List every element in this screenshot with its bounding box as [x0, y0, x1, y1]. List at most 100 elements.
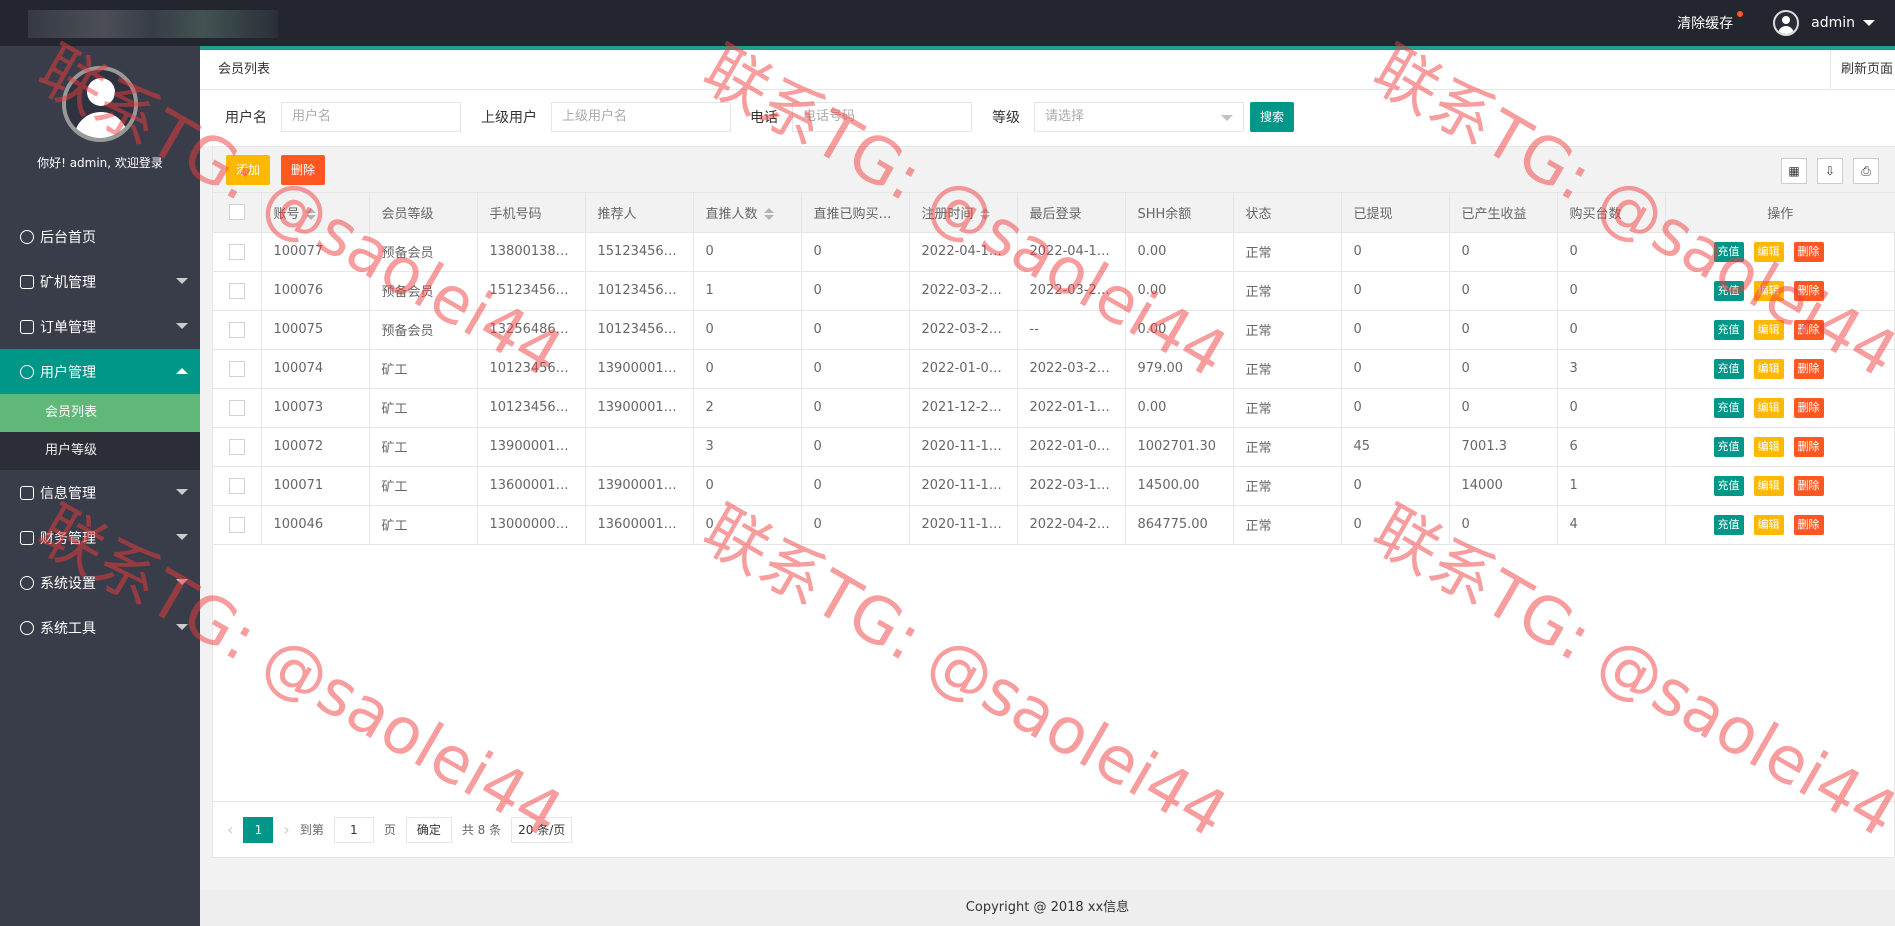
row-checkbox[interactable] — [228, 516, 245, 533]
parent-input[interactable]: 上级用户名 — [551, 102, 731, 132]
sidebar-item-tools[interactable]: 系统工具 — [0, 605, 200, 650]
col-register-time[interactable]: 注册时间 — [909, 193, 1018, 233]
col-earnings: 已产生收益 — [1449, 193, 1558, 233]
tab-member-list[interactable]: 会员列表 — [200, 50, 288, 90]
cell-bought-count: 0 — [1557, 232, 1666, 272]
goto-ok-button[interactable]: 确定 — [405, 816, 452, 843]
cell-level: 预备会员 — [369, 271, 478, 311]
edit-button[interactable]: 编辑 — [1753, 436, 1784, 457]
chevron-down-icon[interactable] — [1863, 20, 1875, 26]
recharge-button[interactable]: 充值 — [1713, 241, 1744, 262]
chevron-down-icon — [176, 323, 188, 329]
row-delete-button[interactable]: 删除 — [1793, 436, 1824, 457]
table-card: 添加 删除 ▦ ⇩ ⎙ 账号 会员等级 手机号码 推荐人 直推人数 直推已购买…… — [212, 146, 1895, 858]
next-page-icon[interactable]: › — [283, 820, 289, 839]
edit-button[interactable]: 编辑 — [1753, 514, 1784, 535]
cell-actions: 充值 编辑 删除 — [1665, 310, 1895, 350]
table-row: 100046 矿工 13000000000 13600001111 0 0 2020-11-… — [213, 505, 1895, 545]
row-delete-button[interactable]: 删除 — [1793, 241, 1824, 262]
row-checkbox[interactable] — [228, 360, 245, 377]
sidebar-item-info[interactable]: 信息管理 — [0, 470, 200, 515]
row-checkbox[interactable] — [228, 399, 245, 416]
col-account[interactable]: 账号 — [261, 193, 370, 233]
logo — [28, 10, 278, 38]
avatar — [62, 66, 138, 142]
edit-button[interactable]: 编辑 — [1753, 241, 1784, 262]
edit-button[interactable]: 编辑 — [1753, 358, 1784, 379]
row-checkbox[interactable] — [228, 477, 245, 494]
sidebar-item-settings[interactable]: 系统设置 — [0, 560, 200, 605]
sidebar-subitem-member-list[interactable]: 会员列表 — [0, 394, 200, 432]
sort-icon[interactable] — [305, 208, 316, 221]
page-size-select[interactable]: 20 条/页 — [511, 816, 573, 843]
edit-button[interactable]: 编辑 — [1753, 280, 1784, 301]
cell-status: 正常 — [1233, 505, 1342, 545]
pagination: ‹ 1 › 到第 1 页 确定 共 8 条 20 条/页 — [213, 801, 1895, 857]
recharge-button[interactable]: 充值 — [1713, 475, 1744, 496]
sidebar-item-orders[interactable]: 订单管理 — [0, 304, 200, 349]
col-direct-count[interactable]: 直推人数 — [693, 193, 802, 233]
col-balance: SHH余额 — [1125, 193, 1234, 233]
refresh-button[interactable]: 刷新页面 — [1830, 50, 1895, 90]
cell-last-login: 2022-03-25… — [1017, 349, 1126, 389]
add-button[interactable]: 添加 — [226, 155, 271, 185]
sidebar-item-home[interactable]: 后台首页 — [0, 214, 200, 259]
row-delete-button[interactable]: 删除 — [1793, 280, 1824, 301]
sidebar-item-finance[interactable]: 财务管理 — [0, 515, 200, 560]
delete-button[interactable]: 删除 — [281, 155, 326, 185]
recharge-button[interactable]: 充值 — [1713, 397, 1744, 418]
level-select[interactable]: 请选择 — [1034, 102, 1244, 132]
phone-input[interactable]: 电话号码 — [792, 102, 972, 132]
row-checkbox[interactable] — [228, 321, 245, 338]
cell-actions: 充值 编辑 删除 — [1665, 505, 1895, 545]
row-checkbox[interactable] — [228, 282, 245, 299]
columns-icon[interactable]: ▦ — [1781, 158, 1807, 184]
cell-account: 100073 — [261, 388, 370, 428]
cell-bought-count: 0 — [1557, 310, 1666, 350]
cell-status: 正常 — [1233, 349, 1342, 389]
cell-balance: 0.00 — [1125, 310, 1234, 350]
recharge-button[interactable]: 充值 — [1713, 358, 1744, 379]
sort-icon[interactable] — [763, 208, 774, 221]
cell-balance: 0.00 — [1125, 232, 1234, 272]
cell-last-login: 2022-03-12… — [1017, 466, 1126, 506]
recharge-button[interactable]: 充值 — [1713, 514, 1744, 535]
recharge-button[interactable]: 充值 — [1713, 319, 1744, 340]
username-input[interactable]: 用户名 — [281, 102, 461, 132]
cell-level: 矿工 — [369, 388, 478, 428]
user-menu[interactable]: admin — [1811, 15, 1855, 31]
sidebar-item-miners[interactable]: 矿机管理 — [0, 259, 200, 304]
page-current[interactable]: 1 — [243, 816, 274, 843]
row-delete-button[interactable]: 删除 — [1793, 514, 1824, 535]
row-delete-button[interactable]: 删除 — [1793, 319, 1824, 340]
page-input[interactable]: 1 — [333, 816, 374, 843]
export-icon[interactable]: ⇩ — [1817, 158, 1843, 184]
sidebar-item-users[interactable]: 用户管理 — [0, 349, 200, 394]
recharge-button[interactable]: 充值 — [1713, 436, 1744, 457]
chevron-down-icon — [176, 534, 188, 540]
search-button[interactable]: 搜索 — [1250, 102, 1294, 132]
recharge-button[interactable]: 充值 — [1713, 280, 1744, 301]
row-delete-button[interactable]: 删除 — [1793, 475, 1824, 496]
row-checkbox[interactable] — [228, 243, 245, 260]
parent-label: 上级用户 — [481, 110, 537, 126]
cell-withdrawn: 0 — [1341, 310, 1450, 350]
row-delete-button[interactable]: 删除 — [1793, 397, 1824, 418]
username-label: 用户名 — [225, 110, 267, 126]
row-delete-button[interactable]: 删除 — [1793, 358, 1824, 379]
sort-icon[interactable] — [979, 208, 990, 221]
edit-button[interactable]: 编辑 — [1753, 319, 1784, 340]
cell-bought-count: 0 — [1557, 271, 1666, 311]
print-icon[interactable]: ⎙ — [1853, 158, 1879, 184]
clear-cache-link[interactable]: 清除缓存 — [1677, 11, 1744, 33]
sidebar: 你好! admin, 欢迎登录 后台首页 矿机管理 订单管理 用户管理 会员列表… — [0, 46, 200, 926]
cell-last-login: 2022-01-08… — [1017, 427, 1126, 467]
prev-page-icon[interactable]: ‹ — [227, 820, 233, 839]
edit-button[interactable]: 编辑 — [1753, 475, 1784, 496]
avatar-icon[interactable] — [1773, 10, 1800, 36]
select-all-checkbox[interactable] — [228, 204, 245, 221]
edit-button[interactable]: 编辑 — [1753, 397, 1784, 418]
cell-direct-bought: 0 — [801, 388, 910, 428]
sidebar-subitem-user-level[interactable]: 用户等级 — [0, 432, 200, 470]
row-checkbox[interactable] — [228, 438, 245, 455]
